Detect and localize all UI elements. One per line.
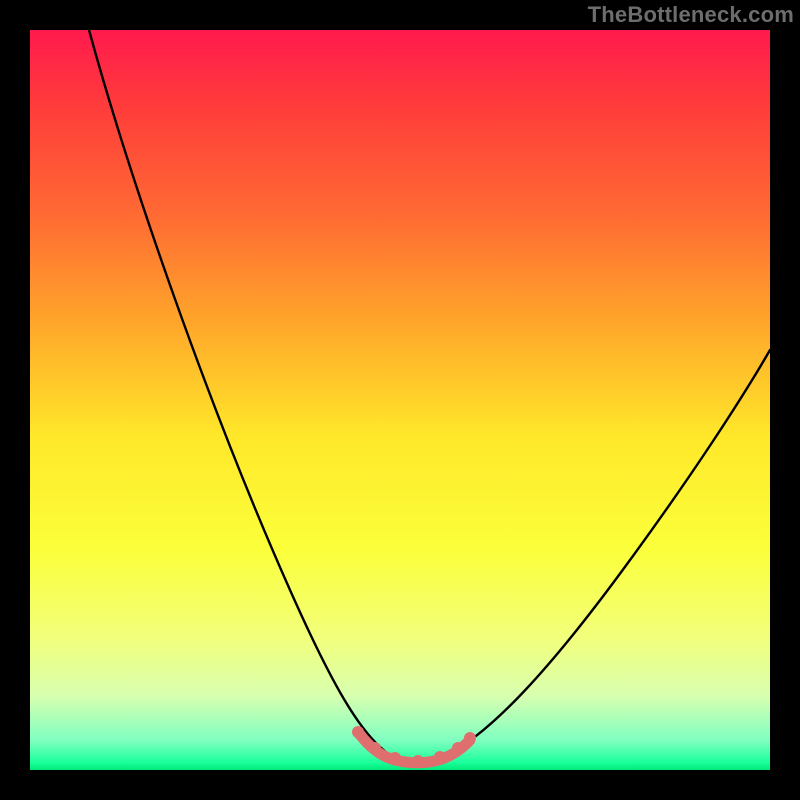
- chart-frame: TheBottleneck.com: [0, 0, 800, 800]
- highlight-dots: [352, 726, 476, 767]
- bottleneck-curve: [89, 30, 770, 762]
- watermark-text: TheBottleneck.com: [588, 2, 794, 28]
- chart-plot-area: [30, 30, 770, 770]
- chart-svg: [30, 30, 770, 770]
